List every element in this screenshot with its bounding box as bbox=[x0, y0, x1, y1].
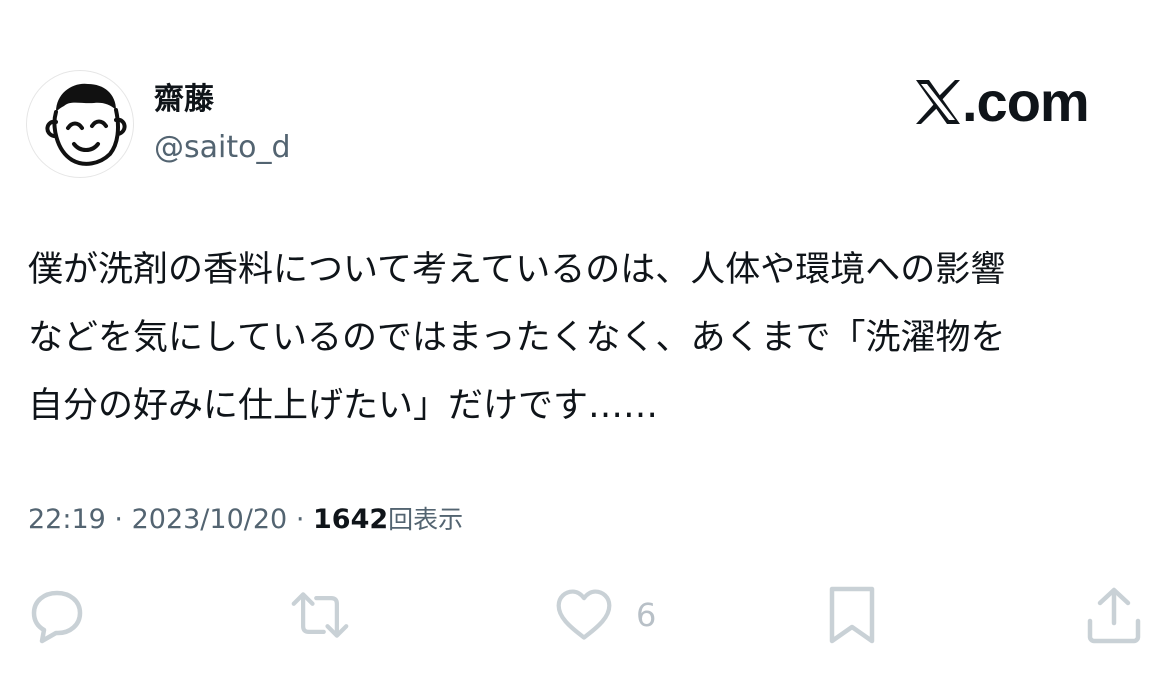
retweet-icon bbox=[291, 592, 349, 638]
retweet-button[interactable] bbox=[290, 585, 350, 645]
reply-button[interactable] bbox=[26, 585, 86, 645]
heart-icon bbox=[556, 589, 612, 640]
bookmark-icon bbox=[829, 586, 875, 644]
tweet-text-line: などを気にしているのではまったくなく、あくまで「洗濯物を bbox=[28, 318, 1006, 358]
x-logo-icon bbox=[916, 80, 960, 124]
share-icon bbox=[1087, 587, 1141, 644]
brand-text: .com bbox=[962, 70, 1090, 133]
bookmark-button[interactable] bbox=[822, 585, 882, 645]
tweet-text: 僕が洗剤の香料について考えているのは、人体や環境への影響 などを気にしているので… bbox=[28, 236, 1148, 440]
meta-separator: · bbox=[295, 504, 305, 535]
action-bar: 6 bbox=[0, 585, 1170, 645]
views-count: 1642 bbox=[313, 504, 389, 535]
user-handle[interactable]: @saito_d bbox=[154, 128, 291, 168]
tweet-text-line: 自分の好みに仕上げたい」だけです…… bbox=[28, 386, 659, 426]
tweet-time[interactable]: 22:19 bbox=[28, 504, 106, 535]
like-count: 6 bbox=[636, 596, 657, 634]
meta-separator: · bbox=[114, 504, 123, 535]
views-label: 回表示 bbox=[388, 505, 464, 534]
display-name[interactable]: 齋藤 bbox=[154, 80, 214, 120]
like-button[interactable]: 6 bbox=[554, 585, 656, 645]
avatar[interactable] bbox=[26, 70, 134, 178]
share-button[interactable] bbox=[1084, 585, 1144, 645]
brand-logo: .com bbox=[912, 70, 1090, 133]
tweet-date[interactable]: 2023/10/20 bbox=[132, 504, 288, 535]
tweet-text-line: 僕が洗剤の香料について考えているのは、人体や環境への影響 bbox=[28, 250, 1006, 290]
smiling-face-drawing-icon bbox=[45, 83, 127, 166]
tweet-meta: 22:19 · 2023/10/20 · 1642回表示 bbox=[28, 500, 463, 540]
reply-icon bbox=[31, 590, 83, 644]
